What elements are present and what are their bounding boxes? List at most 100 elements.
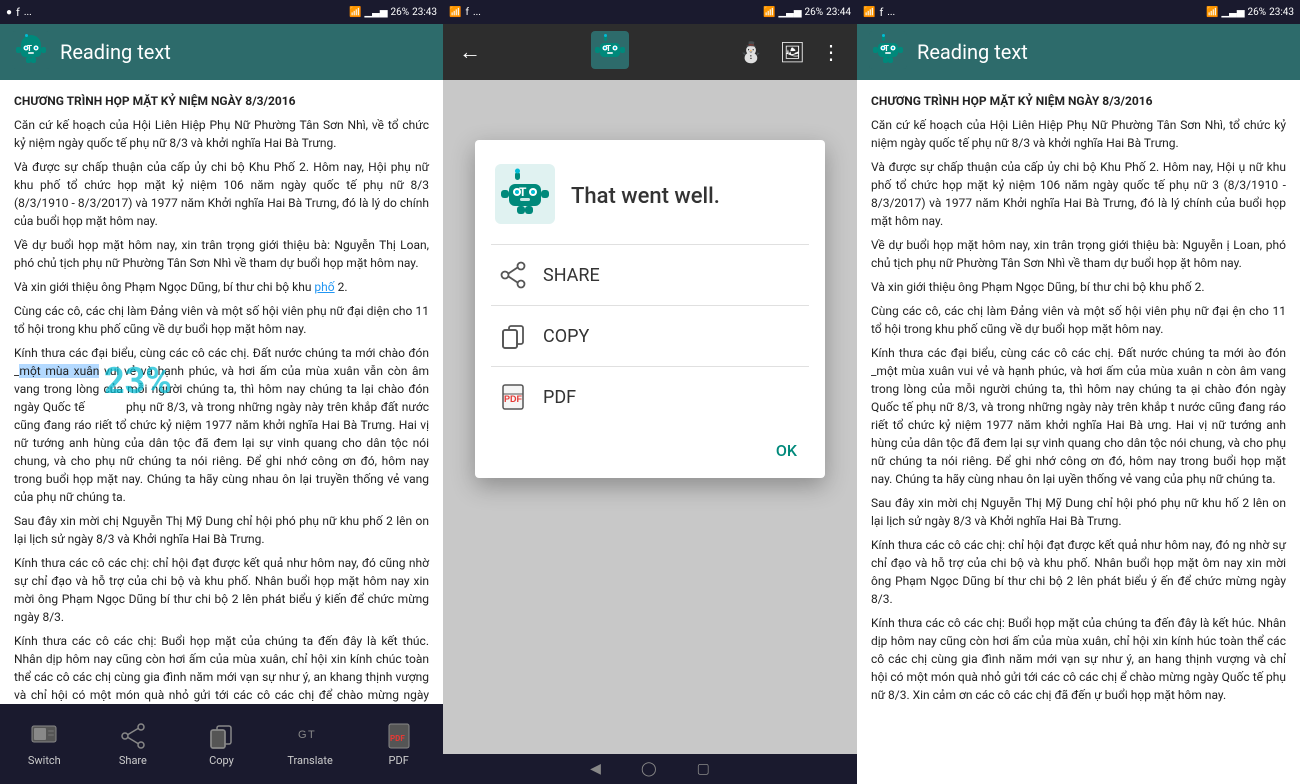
right-wifi: 📶 (1206, 7, 1218, 18)
para-8-right: Kính thưa các cô các chị: chỉ hội đạt đư… (871, 536, 1286, 608)
svg-text:T: T (884, 44, 889, 53)
time-display: 23:43 (412, 7, 437, 18)
para-5-left: Cùng các cô, các chị làm Đảng viên và mộ… (14, 302, 429, 338)
nav-recent[interactable]: ▢ (697, 761, 710, 777)
dialog-share-item[interactable]: SHARE (475, 245, 825, 305)
center-notif-icon: 📶 (449, 7, 461, 18)
svg-text:T: T (519, 185, 527, 199)
status-bar-center: 📶 f ... 📶 ▁▃▅ 26% 23:44 (443, 0, 857, 24)
para-4-right: Và xin giới thiệu ông Phạm Ngọc Dũng, bí… (871, 278, 1286, 296)
center-status-left: 📶 f ... (449, 7, 481, 18)
para-9-right: Kính thưa các cô các chị: Buổi họp mặt c… (871, 614, 1286, 704)
center-top-bar: ← T ⛄ 🖼 ⋮ (443, 24, 857, 80)
right-panel: 📶 f ... 📶 ▁▃▅ 26% 23:43 (857, 0, 1300, 784)
app-title-right: Reading text (917, 40, 1288, 64)
content-left[interactable]: CHƯƠNG TRÌNH HỌP MẶT KỶ NIỆM NGÀY 8/3/20… (0, 80, 443, 704)
dialog-share-label: SHARE (543, 265, 600, 286)
share-icon (119, 722, 147, 750)
dialog-pdf-label: PDF (543, 387, 576, 408)
dialog-pdf-icon: PDF (499, 383, 527, 411)
image-icon[interactable]: 🖼 (780, 40, 805, 64)
center-signal: ▁▃▅ (778, 7, 801, 18)
app-bar-right: T Reading text (857, 24, 1300, 80)
fb-icon: f (16, 6, 20, 19)
more-icon: ... (24, 7, 32, 18)
svg-text:PDF: PDF (504, 394, 523, 404)
para-9-left: Kính thưa các cô các chị: Buổi họp mặt c… (14, 632, 429, 704)
center-robot-logo: T (591, 31, 629, 73)
signal-icon: ▁▃▅ (364, 7, 387, 18)
dialog-copy-icon (499, 322, 527, 350)
app-title-left: Reading text (60, 40, 431, 64)
center-more-icon: ... (473, 7, 481, 18)
center-panel: 📶 f ... 📶 ▁▃▅ 26% 23:44 ← (443, 0, 857, 784)
right-notif-icon: 📶 (863, 7, 875, 18)
status-right-panel-left: 📶 f ... (863, 6, 895, 19)
dialog-header: T That went well. (475, 140, 825, 244)
dialog-ok-button[interactable]: OK (764, 435, 809, 466)
para-7-left: Sau đây xin mời chị Nguyễn Thị Mỹ Dung c… (14, 512, 429, 548)
para-6-right: Kính thưa các đại biểu, cùng các cô các … (871, 344, 1286, 488)
para-2-right: Và được sự chấp thuận của cấp ủy chi bộ … (871, 158, 1286, 230)
dialog-pdf-item[interactable]: PDF PDF (475, 367, 825, 427)
app-bar-left: T Reading text (0, 24, 443, 80)
toolbar-pdf[interactable]: PDF PDF (374, 722, 424, 767)
dialog-actions: OK (475, 427, 825, 478)
app-logo: T (12, 31, 50, 73)
para-5-right: Cùng các cô, các chị làm Đảng viên và mộ… (871, 302, 1286, 338)
switch-icon (30, 722, 58, 750)
toolbar-switch[interactable]: Switch (19, 722, 69, 767)
dialog-copy-item[interactable]: COPY (475, 306, 825, 366)
status-right-icons: 📶 ▁▃▅ 26% 23:43 (349, 7, 437, 18)
share-dialog: T That went well. SHARE (475, 140, 825, 478)
center-top-actions: ⛄ 🖼 ⋮ (739, 40, 841, 64)
battery-percent: 26% (391, 7, 410, 18)
bottom-toolbar-left: Switch Share Copy G T (0, 704, 443, 784)
more-vert-icon[interactable]: ⋮ (821, 40, 841, 64)
right-more-icon: ... (887, 7, 895, 18)
para-3-right: Về dự buổi họp mặt hôm nay, xin trân trọ… (871, 236, 1286, 272)
toolbar-share[interactable]: Share (108, 722, 158, 767)
wifi-icon: 📶 (349, 7, 361, 18)
center-status-right: 📶 ▁▃▅ 26% 23:44 (763, 7, 851, 18)
dialog-robot-icon: T (495, 164, 555, 228)
doc-title-right: CHƯƠNG TRÌNH HỌP MẶT KỶ NIỆM NGÀY 8/3/20… (871, 92, 1286, 110)
para-6-left: Kính thưa các đại biểu, cùng các cô các … (14, 344, 429, 506)
toolbar-translate[interactable]: G T Translate (285, 722, 335, 767)
content-right[interactable]: CHƯƠNG TRÌNH HỌP MẶT KỶ NIỆM NGÀY 8/3/20… (857, 80, 1300, 784)
svg-text:T: T (27, 44, 32, 53)
nav-home[interactable]: ◯ (641, 761, 657, 777)
para-7-right: Sau đây xin mời chị Nguyễn Thị Mỹ Dung c… (871, 494, 1286, 530)
para-2-left: Và được sự chấp thuận của cấp ủy chi bộ … (14, 158, 429, 230)
link-pho[interactable]: phố (314, 280, 334, 294)
svg-text:T: T (308, 729, 315, 741)
pdf-icon: PDF (385, 722, 413, 750)
back-button[interactable]: ← (459, 39, 481, 65)
nav-back[interactable]: ◀ (590, 761, 601, 777)
right-battery: 26% (1248, 7, 1267, 18)
left-panel: ● f ... 📶 ▁▃▅ 26% 23:43 (0, 0, 443, 784)
para-1-left: Căn cứ kế hoạch của Hội Liên Hiệp Phụ Nữ… (14, 116, 429, 152)
para-3-left: Về dự buổi họp mặt hôm nay, xin trân trọ… (14, 236, 429, 272)
notification-icon: ● (6, 7, 12, 18)
doc-title-left: CHƯƠNG TRÌNH HỌP MẶT KỶ NIỆM NGÀY 8/3/20… (14, 92, 429, 110)
para-8-left: Kính thưa các cô các chị: chỉ hội đạt đư… (14, 554, 429, 626)
app-logo-right: T (869, 31, 907, 73)
copy-icon (207, 722, 235, 750)
right-signal: ▁▃▅ (1221, 7, 1244, 18)
svg-text:G: G (298, 729, 307, 741)
center-content-area: T That went well. SHARE (443, 80, 857, 754)
dialog-copy-label: COPY (543, 326, 589, 347)
status-right-panel-right: 📶 ▁▃▅ 26% 23:43 (1206, 7, 1294, 18)
right-time: 23:43 (1269, 7, 1294, 18)
center-wifi: 📶 (763, 7, 775, 18)
toolbar-copy[interactable]: Copy (196, 722, 246, 767)
svg-text:PDF: PDF (390, 734, 405, 743)
dialog-share-icon (499, 261, 527, 289)
camera-icon[interactable]: ⛄ (739, 40, 764, 64)
right-fb-icon: f (879, 6, 883, 19)
status-bar-right: 📶 f ... 📶 ▁▃▅ 26% 23:43 (857, 0, 1300, 24)
dialog-title: That went well. (571, 184, 720, 209)
para-1-right: Căn cứ kế hoạch của Hội Liên Hiệp Phụ Nữ… (871, 116, 1286, 152)
center-battery: 26% (805, 7, 824, 18)
